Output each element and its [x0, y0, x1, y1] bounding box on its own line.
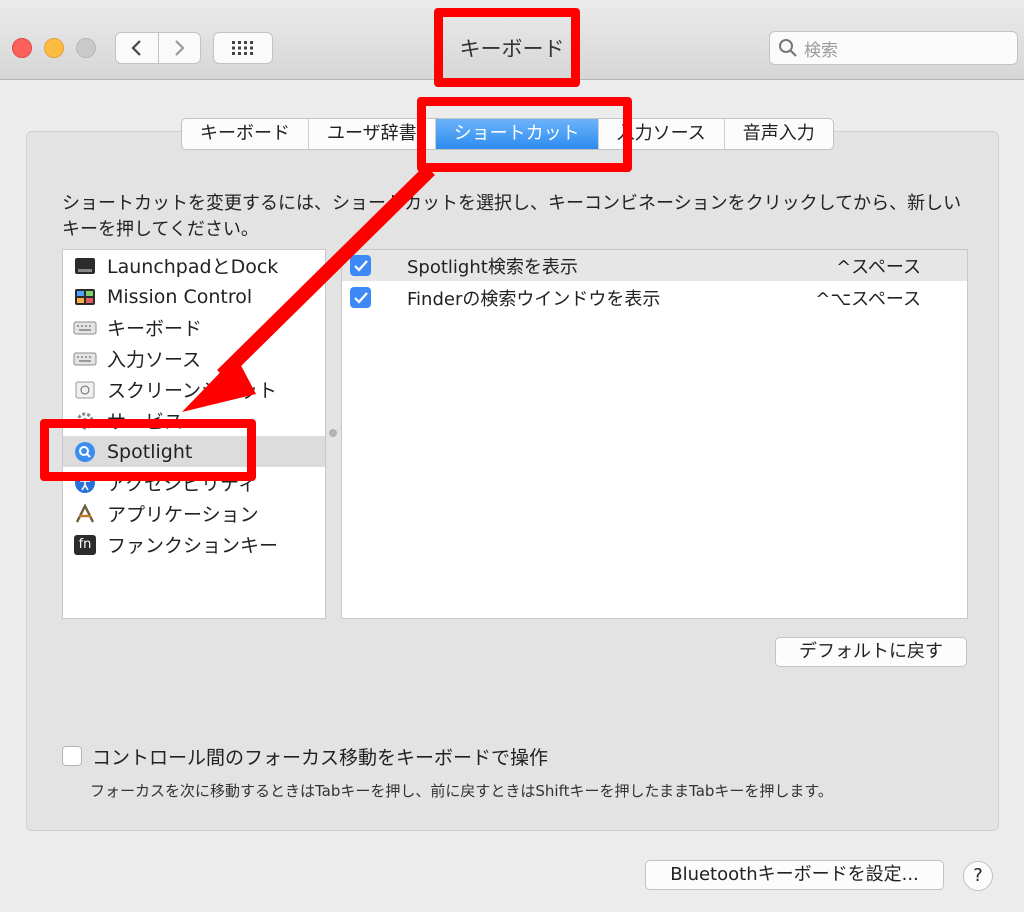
category-item-launchpad-dock[interactable]: LaunchpadとDock — [63, 250, 325, 281]
help-button[interactable]: ? — [963, 861, 993, 891]
nav-buttons — [115, 32, 201, 64]
category-item-mission-control[interactable]: Mission Control — [63, 281, 325, 312]
shortcut-list: Spotlight検索を表示 ^スペース Finderの検索ウインドウを表示 ^… — [341, 249, 968, 619]
shortcut-checkbox[interactable] — [350, 287, 371, 308]
keyboard-icon — [73, 317, 97, 339]
tab-keyboard[interactable]: キーボード — [182, 119, 308, 149]
forward-button[interactable] — [157, 33, 201, 63]
app-shortcut-icon — [73, 502, 97, 525]
category-label: アプリケーション — [107, 504, 259, 526]
category-label: スクリーンショット — [107, 380, 278, 402]
category-item-function-keys[interactable]: fn ファンクションキー — [63, 529, 325, 560]
fn-key-icon: fn — [73, 534, 97, 556]
restore-defaults-button[interactable]: デフォルトに戻す — [775, 637, 967, 667]
instructions-text: ショートカットを変更するには、ショートカットを選択し、キーコンビネーションをクリ… — [62, 193, 962, 240]
chevron-right-icon — [175, 40, 185, 56]
search-field[interactable]: 検索 — [769, 31, 1018, 65]
checkmark-icon — [353, 259, 368, 272]
back-button[interactable] — [116, 33, 158, 63]
category-label: LaunchpadとDock — [107, 256, 279, 278]
category-item-input-sources[interactable]: 入力ソース — [63, 343, 325, 374]
accessibility-icon — [73, 472, 97, 494]
setup-bluetooth-keyboard-button[interactable]: Bluetoothキーボードを設定... — [645, 860, 944, 890]
grid-icon — [232, 41, 253, 55]
chevron-left-icon — [131, 40, 141, 56]
search-icon — [779, 39, 797, 57]
minimize-window-button[interactable] — [44, 38, 64, 58]
launchpad-dock-icon — [73, 255, 97, 277]
tab-input-sources[interactable]: 入力ソース — [597, 119, 724, 149]
fn-key-glyph: fn — [74, 534, 96, 555]
screenshot-icon — [73, 379, 97, 401]
category-label: サービス — [107, 411, 184, 433]
category-label: アクセシビリティ — [107, 473, 257, 495]
window-title: キーボード — [459, 37, 565, 61]
category-label: Mission Control — [107, 285, 253, 308]
category-label: 入力ソース — [107, 349, 202, 371]
category-label: Spotlight — [107, 440, 193, 463]
focus-navigation-label: コントロール間のフォーカス移動をキーボードで操作 — [92, 747, 549, 769]
input-source-icon — [73, 348, 97, 370]
category-item-app-shortcuts[interactable]: アプリケーション — [63, 498, 325, 529]
tab-dictation[interactable]: 音声入力 — [723, 119, 833, 149]
close-window-button[interactable] — [12, 38, 32, 58]
shortcut-key[interactable]: ^スペース — [836, 253, 921, 279]
checkmark-icon — [353, 291, 368, 304]
category-label: キーボード — [107, 318, 203, 340]
shortcut-label: Finderの検索ウインドウを表示 — [407, 288, 661, 310]
search-placeholder: 検索 — [804, 40, 838, 61]
shortcut-checkbox[interactable] — [350, 255, 371, 276]
spotlight-icon — [73, 441, 97, 463]
mission-control-icon — [73, 286, 97, 308]
category-item-keyboard[interactable]: キーボード — [63, 312, 325, 343]
shortcut-row[interactable]: Spotlight検索を表示 ^スペース — [342, 250, 967, 281]
focus-navigation-note: フォーカスを次に移動するときはTabキーを押し、前に戻すときはShiftキーを押… — [90, 782, 833, 800]
splitter-handle[interactable] — [329, 429, 337, 437]
category-item-accessibility[interactable]: アクセシビリティ — [63, 467, 325, 498]
focus-navigation-checkbox[interactable] — [62, 746, 82, 766]
zoom-window-button[interactable] — [76, 38, 96, 58]
services-gear-icon — [73, 410, 97, 432]
shortcut-key[interactable]: ^⌥スペース — [815, 285, 921, 311]
shortcut-row[interactable]: Finderの検索ウインドウを表示 ^⌥スペース — [342, 282, 967, 313]
category-item-screenshots[interactable]: スクリーンショット — [63, 374, 325, 405]
tab-bar: キーボード ユーザ辞書 ショートカット 入力ソース 音声入力 — [181, 118, 834, 150]
tab-user-dictionary[interactable]: ユーザ辞書 — [308, 119, 435, 149]
tab-shortcuts[interactable]: ショートカット — [434, 119, 598, 149]
category-item-services[interactable]: サービス — [63, 405, 325, 436]
category-label: ファンクションキー — [107, 535, 279, 557]
show-all-button[interactable] — [213, 32, 273, 64]
shortcut-label: Spotlight検索を表示 — [407, 256, 578, 278]
category-list: LaunchpadとDock Mission Control キーボード 入力ソ… — [62, 249, 326, 619]
category-item-spotlight[interactable]: Spotlight — [63, 436, 325, 467]
title-bar: キーボード 検索 — [0, 0, 1024, 80]
